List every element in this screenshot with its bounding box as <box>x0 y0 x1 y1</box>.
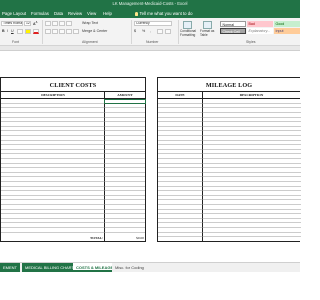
lightbulb-icon <box>135 11 138 16</box>
client-costs-panel: CLIENT COSTS DESCRIPTION AMOUNT TOTAL: $… <box>0 77 146 242</box>
decrease-indent-icon[interactable] <box>66 29 72 34</box>
style-bad[interactable]: Bad <box>247 21 273 27</box>
ribbon: Times Roman 12 AA B I U Font Wrap Text M… <box>0 18 300 46</box>
conditional-formatting-button[interactable]: Conditional Formatting <box>180 29 197 38</box>
grow-font-button[interactable]: AA <box>33 21 37 26</box>
group-separator <box>178 20 179 44</box>
format-as-table-button[interactable]: Format as Table <box>200 29 216 38</box>
tab-page-layout[interactable]: Page Layout <box>2 11 26 16</box>
client-costs-rows[interactable] <box>1 99 145 235</box>
sheet-tab-ement[interactable]: EMENT <box>0 263 20 272</box>
title-bar: LK Management-Medicaid-Costs - Excel <box>0 0 300 9</box>
number-format-combo[interactable]: Currency <box>134 21 172 26</box>
align-left-icon[interactable] <box>45 29 51 34</box>
sheet-tab-medical-billing-chart[interactable]: MEDICAL BILLING CHART <box>22 263 77 272</box>
borders-icon[interactable] <box>17 29 23 34</box>
align-right-icon[interactable] <box>59 29 65 34</box>
orientation-icon[interactable] <box>66 21 72 26</box>
tab-view[interactable]: View <box>87 11 96 16</box>
font-color-icon[interactable] <box>33 29 39 34</box>
selected-cell[interactable] <box>104 99 146 104</box>
alignment-group-label: Alignment <box>82 39 98 44</box>
mileage-log-rows[interactable] <box>158 99 301 239</box>
tab-review[interactable]: Review <box>68 11 82 16</box>
worksheet[interactable]: CLIENT COSTS DESCRIPTION AMOUNT TOTAL: $… <box>0 51 301 262</box>
total-label: TOTAL: <box>90 236 104 240</box>
font-group-label: Font <box>12 39 20 44</box>
tell-me-text: Tell me what you want to do <box>139 11 193 16</box>
style-check-cell[interactable]: Check Cell <box>220 28 246 34</box>
font-size-combo[interactable]: 12 <box>24 21 31 26</box>
total-value: $0.00 <box>136 236 144 240</box>
mileage-log-panel: MILEAGE LOG DATE DESCRIPTION <box>157 77 301 242</box>
underline-button[interactable]: U <box>11 29 14 33</box>
sheet-tab-bar: EMENT MEDICAL BILLING CHART COSTS & MILE… <box>0 262 300 272</box>
styles-group-label: Styles <box>246 39 256 44</box>
increase-decimal-icon[interactable] <box>157 29 163 34</box>
number-group-label: Number <box>146 39 159 44</box>
wrap-text-button[interactable]: Wrap Text <box>82 21 98 25</box>
bold-button[interactable]: B <box>2 29 5 33</box>
decrease-decimal-icon[interactable] <box>165 29 171 34</box>
ribbon-tab-bar: Page Layout Formulas Data Review View He… <box>0 9 300 18</box>
empty-area <box>0 272 300 300</box>
align-middle-icon[interactable] <box>52 21 58 26</box>
accounting-format-button[interactable]: $ <box>134 29 136 33</box>
conditional-formatting-icon[interactable] <box>183 21 192 29</box>
tell-me-box[interactable]: Tell me what you want to do <box>135 11 193 16</box>
fill-color-icon[interactable] <box>25 29 31 34</box>
sheet-tab-costs-mileage[interactable]: COSTS & MILEAGE <box>73 263 117 272</box>
align-center-icon[interactable] <box>52 29 58 34</box>
sheet-tab-misc-for-coding[interactable]: Misc. for Coding <box>112 263 147 272</box>
mileage-log-title: MILEAGE LOG <box>205 82 253 89</box>
style-input[interactable]: Input <box>274 28 300 34</box>
window-title: LK Management-Medicaid-Costs - Excel <box>112 1 188 6</box>
tab-formulas[interactable]: Formulas <box>31 11 49 16</box>
client-costs-title: CLIENT COSTS <box>49 82 97 89</box>
align-bottom-icon[interactable] <box>59 21 65 26</box>
increase-indent-icon[interactable] <box>73 29 79 34</box>
percent-style-button[interactable]: % <box>142 29 145 33</box>
italic-button[interactable]: I <box>7 29 8 33</box>
format-as-table-icon[interactable] <box>203 21 212 29</box>
merge-center-button[interactable]: Merge & Center <box>82 29 107 33</box>
font-name-combo[interactable]: Times Roman <box>1 21 23 26</box>
group-separator <box>131 20 132 44</box>
tab-data[interactable]: Data <box>54 11 63 16</box>
align-top-icon[interactable] <box>45 21 51 26</box>
style-explanatory[interactable]: Explanatory... <box>247 28 273 34</box>
tab-help[interactable]: Help <box>103 11 112 16</box>
group-separator <box>42 20 43 44</box>
style-normal[interactable]: Normal <box>220 21 246 27</box>
style-good[interactable]: Good <box>274 21 300 27</box>
comma-style-button[interactable]: , <box>150 29 151 33</box>
